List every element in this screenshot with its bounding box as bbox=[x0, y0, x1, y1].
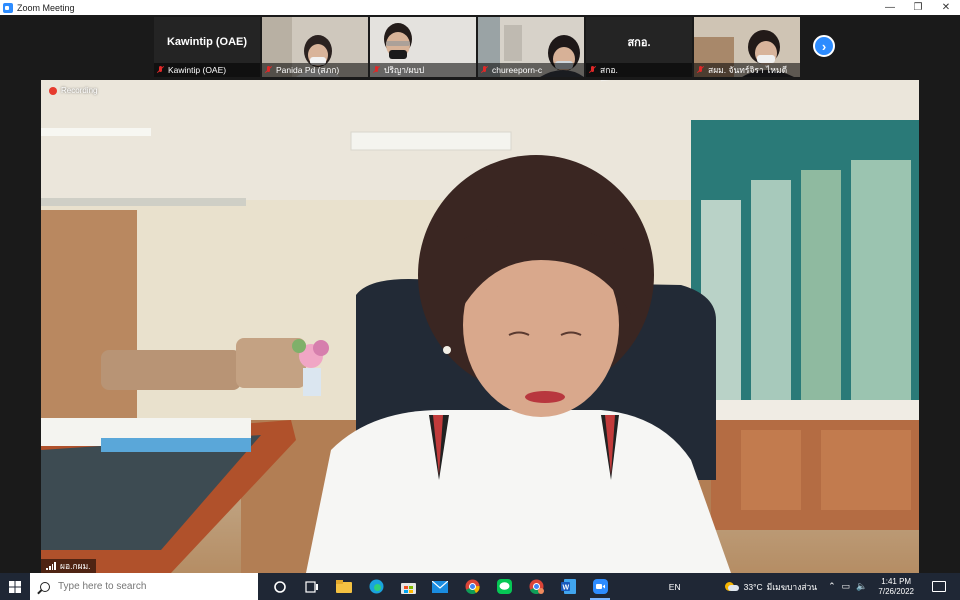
chevron-up-icon[interactable]: ⌃ bbox=[828, 581, 836, 592]
participant-thumbnail-strip: Kawintip (OAE) Kawintip (OAE) Panida Pd … bbox=[154, 17, 800, 77]
muted-mic-icon bbox=[589, 66, 596, 74]
participant-display-name: Kawintip (OAE) bbox=[166, 36, 248, 48]
participant-label: chureeporn-c bbox=[478, 63, 584, 77]
participant-name: Kawintip (OAE) bbox=[168, 65, 227, 75]
system-tray: EN 33°C มีเมฆบางส่วน ⌃ ▭ 🔈 1:41 PM 7/26/… bbox=[669, 573, 960, 600]
windows-taskbar: W EN 33°C มีเมฆบางส่วน ⌃ ▭ 🔈 1:41 PM 7/2… bbox=[0, 573, 960, 600]
participant-tile[interactable]: Panida Pd (สภก) bbox=[262, 17, 368, 77]
recording-icon bbox=[49, 86, 57, 95]
recording-indicator: Recording bbox=[49, 86, 97, 95]
chevron-right-icon: › bbox=[821, 38, 827, 54]
temperature: 33°C bbox=[743, 581, 763, 592]
participant-tile[interactable]: สผม. จันทร์จิรา ไหมดี bbox=[694, 17, 800, 77]
notification-icon[interactable] bbox=[932, 581, 946, 592]
window-title: Zoom Meeting bbox=[17, 2, 75, 13]
speaker-name-label: ผอ.กผม. bbox=[41, 559, 96, 573]
start-button[interactable] bbox=[0, 573, 30, 600]
task-view-icon[interactable] bbox=[296, 573, 328, 600]
maximize-button[interactable]: ❐ bbox=[904, 0, 932, 15]
participant-name: Panida Pd (สภก) bbox=[276, 65, 340, 75]
svg-text:W: W bbox=[562, 585, 569, 592]
participant-tile[interactable]: chureeporn-c bbox=[478, 17, 584, 77]
participant-label: สกอ. bbox=[586, 63, 692, 77]
chrome-profile-icon[interactable] bbox=[520, 573, 552, 600]
weather-text: มีเมฆบางส่วน bbox=[766, 581, 818, 592]
zoom-meeting-area: Kawintip (OAE) Kawintip (OAE) Panida Pd … bbox=[0, 15, 960, 573]
volume-icon[interactable]: 🔈 bbox=[856, 581, 867, 592]
cortana-icon[interactable] bbox=[264, 573, 296, 600]
taskbar-app-icons: W bbox=[264, 573, 616, 600]
signal-strength-icon bbox=[46, 562, 56, 570]
network-icon[interactable]: ▭ bbox=[842, 581, 851, 592]
participant-label: สผม. จันทร์จิรา ไหมดี bbox=[694, 63, 800, 77]
participant-name: ปริญา/ผบป bbox=[384, 65, 425, 75]
participant-label: ปริญา/ผบป bbox=[370, 63, 476, 77]
muted-mic-icon bbox=[697, 66, 704, 74]
minimize-button[interactable]: — bbox=[876, 0, 904, 15]
participant-tile[interactable]: Kawintip (OAE) Kawintip (OAE) bbox=[154, 17, 260, 77]
participant-name: chureeporn-c bbox=[492, 65, 543, 75]
participant-label: Panida Pd (สภก) bbox=[262, 63, 368, 77]
active-speaker-video: Recording ผอ.กผม. bbox=[41, 80, 919, 573]
muted-mic-icon bbox=[157, 66, 164, 74]
participant-tile[interactable]: ปริญา/ผบป bbox=[370, 17, 476, 77]
language-indicator[interactable]: EN bbox=[669, 582, 681, 592]
participant-label: Kawintip (OAE) bbox=[154, 63, 260, 77]
word-icon[interactable]: W bbox=[552, 573, 584, 600]
file-explorer-icon[interactable] bbox=[328, 573, 360, 600]
recording-label: Recording bbox=[61, 86, 98, 95]
search-icon bbox=[40, 581, 50, 592]
weather-widget[interactable]: 33°C มีเมฆบางส่วน bbox=[724, 580, 818, 594]
next-page-button[interactable]: › bbox=[813, 35, 835, 57]
muted-mic-icon bbox=[373, 66, 380, 74]
zoom-icon[interactable] bbox=[584, 573, 616, 600]
participant-name: สกอ. bbox=[600, 65, 618, 75]
window-controls: — ❐ ✕ bbox=[876, 0, 960, 15]
participant-name: สผม. จันทร์จิรา ไหมดี bbox=[708, 65, 788, 75]
close-button[interactable]: ✕ bbox=[932, 0, 960, 15]
taskbar-clock[interactable]: 1:41 PM 7/26/2022 bbox=[878, 577, 914, 597]
participant-tile[interactable]: สกอ. สกอ. bbox=[586, 17, 692, 77]
store-icon[interactable] bbox=[392, 573, 424, 600]
participant-display-name: สกอ. bbox=[627, 37, 651, 49]
line-icon[interactable] bbox=[488, 573, 520, 600]
clock-time: 1:41 PM bbox=[881, 576, 912, 586]
taskbar-search-box[interactable] bbox=[30, 573, 258, 600]
muted-mic-icon bbox=[481, 66, 488, 74]
zoom-app-icon bbox=[3, 2, 13, 13]
speaker-video-frame bbox=[41, 80, 919, 573]
muted-mic-icon bbox=[265, 66, 272, 74]
partly-cloudy-icon bbox=[724, 581, 739, 592]
speaker-name: ผอ.กผม. bbox=[60, 561, 91, 571]
clock-date: 7/26/2022 bbox=[878, 586, 914, 596]
search-input[interactable] bbox=[58, 581, 238, 592]
chrome-icon[interactable] bbox=[456, 573, 488, 600]
edge-icon[interactable] bbox=[360, 573, 392, 600]
windows-logo-icon bbox=[9, 580, 21, 593]
mail-icon[interactable] bbox=[424, 573, 456, 600]
window-titlebar: Zoom Meeting — ❐ ✕ bbox=[0, 0, 960, 15]
